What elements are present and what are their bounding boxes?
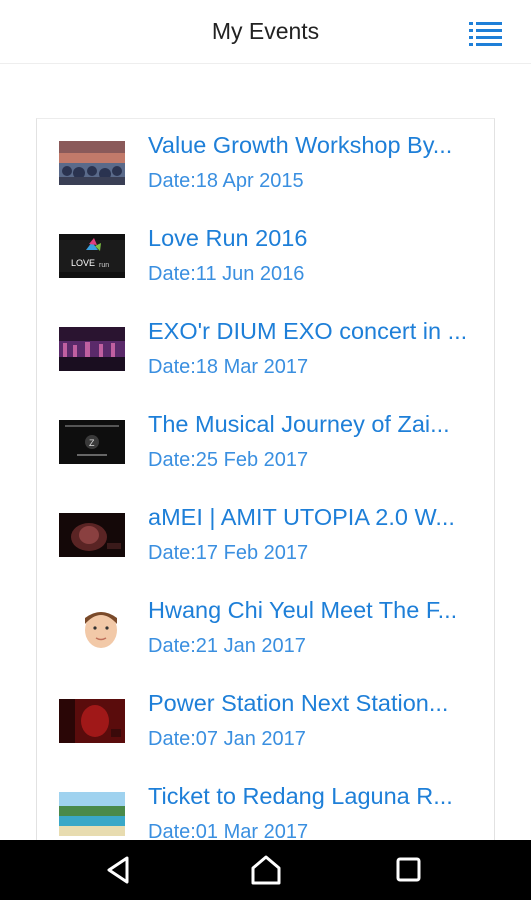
event-title: Value Growth Workshop By... xyxy=(148,132,453,158)
event-row[interactable]: Ticket to Redang Laguna R... Date:01 Mar… xyxy=(37,770,494,840)
events-list: Value Growth Workshop By... Date:18 Apr … xyxy=(36,118,495,840)
crowd-photo-thumbnail xyxy=(59,141,125,185)
event-date: Date:17 Feb 2017 xyxy=(148,542,309,564)
event-row[interactable]: Z The Musical Journey of Zai... Date:25 … xyxy=(37,398,494,491)
list-menu-icon xyxy=(469,22,502,46)
event-date: Date:07 Jan 2017 xyxy=(148,728,306,750)
svg-text:Z: Z xyxy=(89,438,95,448)
event-row[interactable]: LOVE run Love Run 2016 Date:11 Jun 2016 xyxy=(37,212,494,305)
event-date: Date:18 Mar 2017 xyxy=(148,356,309,378)
recents-square-icon xyxy=(396,857,421,882)
event-date: Date:18 Apr 2015 xyxy=(148,170,304,192)
beach-resort-thumbnail xyxy=(59,792,125,836)
event-date: Date:01 Mar 2017 xyxy=(148,821,309,840)
page-title: My Events xyxy=(211,18,320,44)
event-title: Love Run 2016 xyxy=(148,225,308,251)
event-title: aMEI | AMIT UTOPIA 2.0 W... xyxy=(148,504,455,530)
system-nav-bar xyxy=(0,840,531,900)
artist-face-thumbnail xyxy=(59,606,125,650)
event-row[interactable]: Hwang Chi Yeul Meet The F... Date:21 Jan… xyxy=(37,584,494,677)
event-date: Date:25 Feb 2017 xyxy=(148,449,309,471)
recents-button[interactable] xyxy=(388,854,428,888)
concert-stage-thumbnail xyxy=(59,327,125,371)
musical-poster-thumbnail: Z xyxy=(59,420,125,464)
event-date: Date:21 Jan 2017 xyxy=(148,635,306,657)
event-title: Ticket to Redang Laguna R... xyxy=(148,783,453,809)
app-bar: My Events xyxy=(0,0,531,64)
event-date: Date:11 Jun 2016 xyxy=(148,263,305,285)
event-row[interactable]: EXO'r DIUM EXO concert in ... Date:18 Ma… xyxy=(37,305,494,398)
dark-concert-thumbnail xyxy=(59,513,125,557)
home-icon xyxy=(251,855,281,885)
back-triangle-icon xyxy=(107,856,129,884)
svg-text:run: run xyxy=(99,262,109,269)
love-run-logo-thumbnail: LOVE run xyxy=(59,234,125,278)
back-button[interactable] xyxy=(98,854,138,888)
event-title: The Musical Journey of Zai... xyxy=(148,411,450,437)
event-row[interactable]: aMEI | AMIT UTOPIA 2.0 W... Date:17 Feb … xyxy=(37,491,494,584)
list-menu-button[interactable] xyxy=(469,20,505,46)
red-poster-thumbnail xyxy=(59,699,125,743)
event-row[interactable]: Power Station Next Station... Date:07 Ja… xyxy=(37,677,494,770)
event-title: Hwang Chi Yeul Meet The F... xyxy=(148,597,458,623)
event-title: Power Station Next Station... xyxy=(148,690,449,716)
event-title: EXO'r DIUM EXO concert in ... xyxy=(148,318,468,344)
home-button[interactable] xyxy=(246,854,286,888)
event-row[interactable]: Value Growth Workshop By... Date:18 Apr … xyxy=(37,119,494,212)
svg-text:LOVE: LOVE xyxy=(71,258,95,268)
